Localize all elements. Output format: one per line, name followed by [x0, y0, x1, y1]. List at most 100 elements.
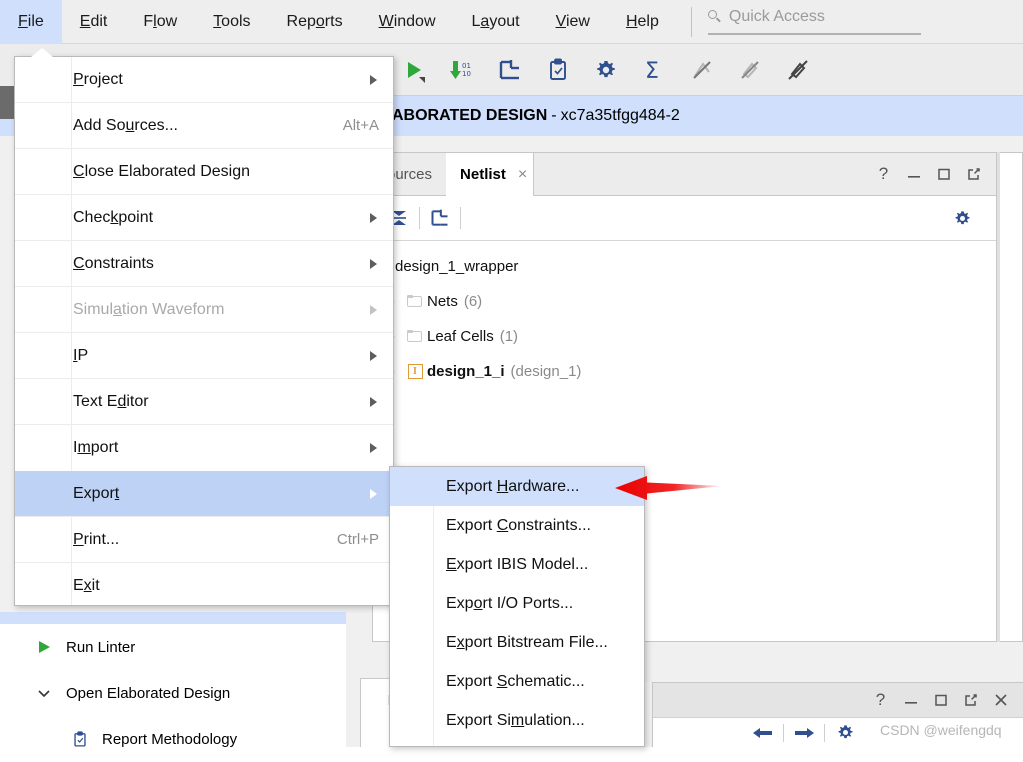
file-menu-item-print[interactable]: Print... Ctrl+P — [15, 517, 393, 563]
no-highlight-icon — [726, 47, 774, 93]
submenu-arrow-icon — [370, 488, 377, 499]
label: Add Sources... — [73, 116, 178, 134]
chevron-down-icon[interactable] — [36, 685, 66, 701]
svg-text:01: 01 — [462, 62, 471, 70]
quick-access-search[interactable]: Quick Access — [702, 0, 921, 44]
tree-row-nets[interactable]: › Nets (6) — [373, 284, 996, 319]
flow-item-label-open-elaborated-design: Open Elaborated Design — [66, 684, 231, 702]
netlist-toolbar — [373, 196, 996, 241]
report-clipboard-icon[interactable] — [534, 47, 582, 93]
file-menu-item-import[interactable]: Import — [15, 425, 393, 471]
flow-item-run-linter[interactable]: Run Linter — [0, 624, 346, 670]
file-menu-item-project[interactable]: Project — [15, 57, 393, 103]
export-menu-item-export-simulation[interactable]: Export Simulation... — [390, 701, 644, 740]
download-binary-icon[interactable]: 01 10 — [438, 47, 486, 93]
label: Export IBIS Model... — [446, 555, 589, 573]
folder-icon — [403, 295, 427, 308]
export-menu-item-export-hardware[interactable]: Export Hardware... — [390, 467, 644, 506]
minimize-icon[interactable] — [905, 166, 922, 183]
help-icon[interactable]: ? — [875, 164, 892, 183]
unhighlight-icon[interactable] — [774, 47, 822, 93]
forward-arrow-icon[interactable] — [784, 719, 824, 747]
label: Project — [73, 70, 123, 88]
tree-row-root[interactable]: design_1_wrapper — [373, 249, 996, 284]
file-menu-item-text-editor[interactable]: Text Editor — [15, 379, 393, 425]
label: Export Schematic... — [446, 672, 585, 690]
menu-bar: File Edit Flow Tools Reports Window Layo… — [0, 0, 1023, 44]
run-synthesis-icon[interactable] — [390, 47, 438, 93]
flow-item-open-elaborated-design[interactable]: Open Elaborated Design — [0, 670, 346, 716]
tree-label-leaf-cells: Leaf Cells — [427, 328, 494, 345]
schematic-icon[interactable] — [486, 47, 534, 93]
tab-netlist[interactable]: Netlist × — [446, 153, 535, 196]
file-menu-item-add-sources[interactable]: Add Sources... Alt+A — [15, 103, 393, 149]
file-menu-item-constraints[interactable]: Constraints — [15, 241, 393, 287]
file-menu-item-checkpoint[interactable]: Checkpoint — [15, 195, 393, 241]
menu-edit[interactable]: Edit — [62, 0, 126, 44]
submenu-arrow-icon — [370, 396, 377, 407]
label: Export Bitstream File... — [446, 633, 608, 651]
menu-pointer-notch — [31, 48, 53, 57]
file-dropdown-menu: Project Add Sources... Alt+A Close Elabo… — [14, 48, 394, 609]
gear-icon[interactable] — [942, 198, 982, 238]
menu-tools[interactable]: Tools — [195, 0, 268, 44]
quick-access-underline — [707, 33, 921, 35]
label: Export — [73, 484, 120, 502]
file-menu-item-export[interactable]: Export — [15, 471, 393, 517]
menu-flow[interactable]: Flow — [125, 0, 195, 44]
file-menu-item-simulation-waveform: Simulation Waveform — [15, 287, 393, 333]
tree-row-design-1-i[interactable]: › I design_1_i (design_1) — [373, 354, 996, 389]
file-menu-item-close-elaborated-design[interactable]: Close Elaborated Design — [15, 149, 393, 195]
menu-reports[interactable]: Reports — [269, 0, 361, 44]
design-title-dash: - — [551, 107, 557, 124]
label: Export Hardware... — [446, 477, 580, 495]
instance-icon: I — [403, 364, 427, 379]
label: IP — [73, 346, 89, 364]
label: Exit — [73, 577, 100, 594]
export-menu-item-export-constraints[interactable]: Export Constraints... — [390, 506, 644, 545]
play-green-icon — [36, 639, 66, 655]
tree-label-design-1-i: design_1_i — [427, 363, 505, 380]
menu-layout[interactable]: Layout — [454, 0, 538, 44]
submenu-arrow-icon — [370, 443, 377, 453]
submenu-arrow-icon — [370, 350, 377, 361]
menu-help[interactable]: Help — [608, 0, 677, 44]
menu-view[interactable]: View — [538, 0, 608, 44]
flow-item-label-report-methodology: Report Methodology — [102, 730, 238, 748]
export-menu-item-export-bitstream-file[interactable]: Export Bitstream File... — [390, 623, 644, 662]
menubar-divider — [690, 6, 692, 37]
back-arrow-icon[interactable] — [743, 719, 783, 747]
netlist-panel-controls: ? — [875, 153, 996, 195]
export-menu-item-export-schematic[interactable]: Export Schematic... — [390, 662, 644, 701]
export-menu-item-export-io-ports[interactable]: Export I/O Ports... — [390, 584, 644, 623]
float-icon[interactable] — [962, 692, 979, 709]
close-icon[interactable] — [992, 692, 1009, 709]
close-icon[interactable]: × — [518, 166, 527, 184]
gear-icon[interactable] — [825, 719, 865, 747]
tree-count-design-1-i: (design_1) — [510, 363, 582, 380]
flow-item-report-methodology[interactable]: Report Methodology — [0, 716, 346, 762]
label: Print... — [73, 530, 120, 548]
maximize-icon[interactable] — [935, 166, 952, 183]
menu-file[interactable]: File — [0, 0, 62, 44]
design-title-text: ABORATED DESIGN — [392, 107, 548, 124]
flow-item-label-run-linter: Run Linter — [66, 638, 136, 656]
netlist-tree: design_1_wrapper › Nets (6) › Leaf Cells… — [373, 241, 996, 389]
export-menu-item-export-ibis-model[interactable]: Export IBIS Model... — [390, 545, 644, 584]
label: Export Simulation... — [446, 711, 585, 729]
help-icon[interactable]: ? — [872, 690, 889, 709]
float-icon[interactable] — [965, 166, 982, 183]
settings-gear-icon[interactable] — [582, 47, 630, 93]
file-menu-item-ip[interactable]: IP — [15, 333, 393, 379]
submenu-arrow-icon — [370, 74, 377, 85]
export-submenu: Export Hardware... Export Constraints...… — [389, 466, 645, 747]
schematic-icon[interactable] — [420, 198, 460, 238]
sum-sigma-icon[interactable]: Σ — [630, 47, 678, 93]
file-menu-item-exit[interactable]: Exit — [15, 563, 393, 609]
minimize-icon[interactable] — [902, 692, 919, 709]
tree-label-root: design_1_wrapper — [395, 258, 519, 275]
menu-window[interactable]: Window — [361, 0, 454, 44]
maximize-icon[interactable] — [932, 692, 949, 709]
tree-row-leaf-cells[interactable]: › Leaf Cells (1) — [373, 319, 996, 354]
tab-netlist-label: Netlist — [460, 166, 506, 183]
